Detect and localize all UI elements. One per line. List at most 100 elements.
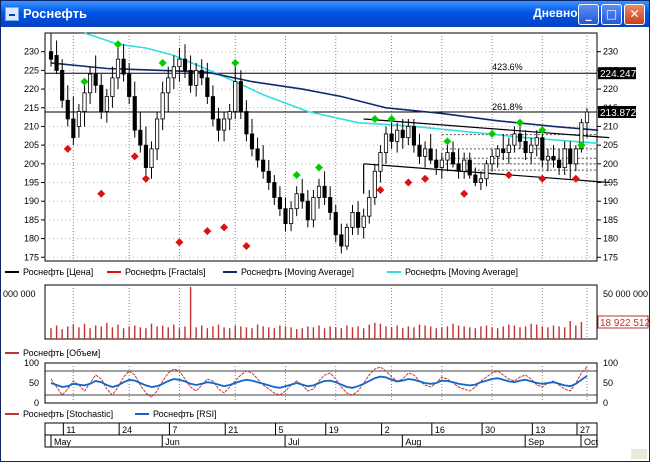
- price-tick-label-right: 185: [603, 215, 618, 225]
- candle-body: [194, 69, 199, 86]
- candle-body: [121, 58, 126, 75]
- price-tick-label-left: 185: [24, 215, 39, 225]
- candle-body: [395, 129, 400, 142]
- minimize-button[interactable]: _: [578, 4, 599, 25]
- window-title: Роснефть: [23, 6, 87, 21]
- candle-body: [104, 96, 109, 112]
- candle-body: [272, 182, 277, 198]
- osc-tick-label-right: 50: [603, 378, 613, 388]
- candle-body: [490, 155, 495, 165]
- candle-body: [127, 73, 132, 97]
- candle-body: [568, 148, 573, 165]
- candle-body: [277, 197, 282, 210]
- candle-body: [110, 77, 115, 97]
- candle-body: [138, 129, 143, 146]
- candle-body: [467, 159, 472, 176]
- price-tick-label-left: 215: [24, 103, 39, 113]
- chart-window: Роснефть Дневной _ □ ✕ 175 175 180 180 185 18…: [0, 0, 650, 462]
- price-tick-label-right: 200: [603, 159, 618, 169]
- candle-body: [54, 55, 59, 71]
- price-tick-label-right: 230: [603, 47, 618, 57]
- osc-tick-label-right: 0: [603, 398, 608, 408]
- candle-body: [506, 144, 511, 154]
- candle-body: [227, 111, 232, 120]
- fib-price-label: 224.247: [600, 69, 637, 80]
- candle-body: [540, 137, 545, 161]
- osc-tick-label-left: 50: [29, 378, 39, 388]
- price-tick-label-right: 180: [603, 234, 618, 244]
- date-month-label: Jul: [288, 437, 300, 447]
- candle-body: [99, 84, 104, 112]
- price-tick-label-left: 205: [24, 140, 39, 150]
- candle-body: [210, 96, 215, 120]
- candle-body: [294, 193, 299, 210]
- candle-body: [166, 77, 171, 94]
- date-day-label: 30: [485, 425, 495, 435]
- volume-axis-label-right: 50 000 000: [603, 289, 648, 299]
- resize-grip: [631, 449, 647, 459]
- candle-body: [473, 174, 478, 183]
- osc-legend-label: Роснефть [Stochastic]: [23, 409, 113, 419]
- candle-body: [545, 155, 550, 161]
- candle-body: [333, 212, 338, 236]
- candle-body: [177, 58, 182, 68]
- candle-body: [155, 118, 160, 150]
- date-day-label: 5: [279, 425, 284, 435]
- candle-body: [551, 155, 556, 161]
- candle-body: [71, 118, 76, 139]
- date-day-label: 13: [535, 425, 545, 435]
- candle-body: [311, 197, 316, 221]
- candle-body: [132, 96, 137, 131]
- candle-body: [115, 58, 121, 79]
- candle-body: [88, 73, 93, 94]
- candle-body: [478, 178, 483, 183]
- candle-body: [557, 159, 562, 168]
- maximize-button[interactable]: □: [601, 4, 622, 25]
- candle-body: [222, 118, 227, 131]
- chart-canvas[interactable]: 175 175180 180185 185190 190195 195200 200205 2…: [1, 27, 649, 461]
- candle-body: [344, 226, 349, 247]
- candle-body: [205, 77, 210, 97]
- candle-body: [322, 185, 327, 198]
- date-month-label: Oct: [584, 437, 599, 447]
- candle-body: [562, 148, 567, 168]
- candle-body: [411, 126, 416, 146]
- candle-body: [48, 51, 54, 60]
- candle-body: [517, 133, 523, 142]
- candle-body: [233, 81, 238, 112]
- date-day-label: 21: [228, 425, 238, 435]
- app-icon: [5, 7, 19, 21]
- date-day-label: 11: [66, 425, 75, 435]
- candle-body: [316, 185, 322, 198]
- candle-body: [512, 133, 517, 146]
- candle-body: [289, 208, 294, 225]
- fib-annotation-261: 261.8%: [492, 102, 523, 112]
- date-month-label: May: [54, 437, 72, 447]
- candle-body: [367, 197, 372, 217]
- candle-body: [372, 170, 377, 198]
- candle-body: [434, 159, 439, 168]
- date-day-label: 27: [580, 425, 590, 435]
- candle-body: [266, 170, 271, 183]
- candle-body: [244, 111, 249, 135]
- candle-body: [389, 133, 394, 142]
- candle-body: [188, 69, 193, 86]
- close-button[interactable]: ✕: [624, 4, 645, 25]
- candle-body: [423, 148, 428, 157]
- osc-tick-label-right: 100: [603, 358, 618, 368]
- volume-axis-label-left: 000 000: [3, 289, 36, 299]
- date-day-label: 19: [329, 425, 339, 435]
- date-day-label: 16: [435, 425, 445, 435]
- title-bar[interactable]: Роснефть Дневной _ □ ✕: [1, 1, 649, 27]
- date-day-label: 24: [122, 425, 132, 435]
- candle-body: [529, 144, 534, 154]
- price-tick-label-left: 220: [24, 84, 39, 94]
- osc-legend-label: Роснефть [RSI]: [153, 409, 217, 419]
- date-day-label: 2: [385, 425, 390, 435]
- candle-body: [400, 129, 405, 139]
- candle-body: [484, 163, 489, 180]
- last-price-label: 213.872: [600, 108, 637, 119]
- candle-body: [350, 212, 355, 228]
- volume-last-label: 18 922 512: [600, 318, 649, 329]
- legend-label: Роснефть [Fractals]: [125, 267, 206, 277]
